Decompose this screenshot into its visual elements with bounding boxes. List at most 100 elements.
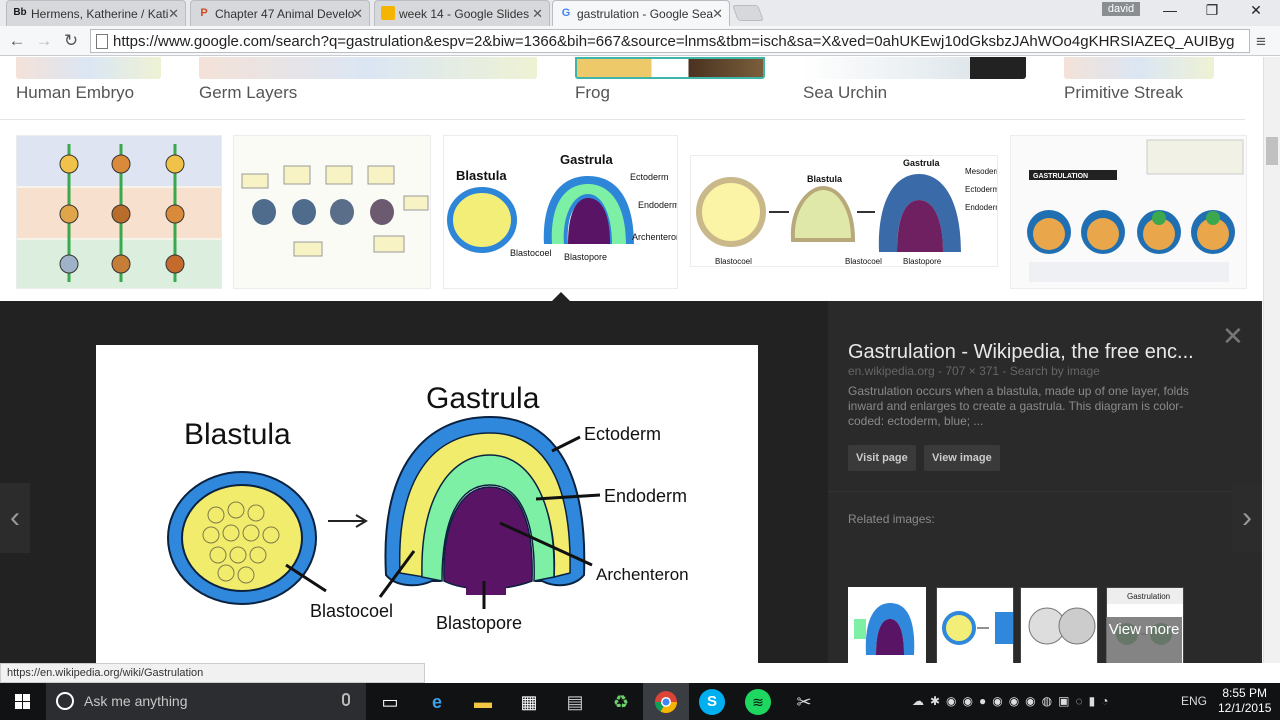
chrome-menu-button[interactable]: ≡ bbox=[1256, 32, 1266, 52]
cortana-icon bbox=[56, 692, 74, 710]
label-endoderm: Endoderm bbox=[965, 203, 998, 212]
label-archenteron: Archenteron bbox=[632, 232, 678, 242]
diagram-label-blastocoel: Blastocoel bbox=[310, 601, 393, 621]
tab-title: week 14 - Google Slides bbox=[399, 7, 530, 21]
language-indicator[interactable]: ENG bbox=[1181, 694, 1207, 708]
category-label: Germ Layers bbox=[199, 83, 298, 102]
tab-strip: Bb Hermens, Katherine / Kati ✕ P Chapter… bbox=[0, 0, 1280, 26]
related-image[interactable] bbox=[1020, 587, 1098, 663]
related-image[interactable] bbox=[848, 587, 926, 663]
diagram-label-blastopore: Blastopore bbox=[436, 613, 522, 633]
tab-close-icon[interactable]: ✕ bbox=[532, 6, 543, 22]
minimize-button[interactable]: — bbox=[1150, 2, 1190, 22]
related-caption: Gastrulation bbox=[1127, 592, 1170, 601]
category-label: Sea Urchin bbox=[803, 83, 888, 102]
microphone-icon[interactable] bbox=[342, 693, 350, 706]
category-label: Human Embryo bbox=[16, 83, 135, 102]
label-mesoderm: Mesoderm bbox=[965, 167, 998, 176]
result-thumbnail[interactable] bbox=[16, 135, 222, 289]
start-button[interactable] bbox=[0, 683, 44, 720]
forward-button[interactable]: → bbox=[33, 30, 55, 52]
category-sea-urchin[interactable]: Sea Urchin bbox=[803, 57, 1026, 119]
result-thumbnail[interactable]: GASTRULATION bbox=[1010, 135, 1247, 289]
maximize-button[interactable]: ❐ bbox=[1192, 2, 1232, 22]
tray-icons[interactable]: ☁✱◉◉●◉◉◉◍▣◌▮◔ bbox=[912, 694, 1114, 708]
blackboard-icon: Bb bbox=[13, 7, 27, 18]
skype-icon[interactable]: S bbox=[699, 689, 725, 715]
google-icon: G bbox=[561, 7, 571, 19]
tab-close-icon[interactable]: ✕ bbox=[168, 6, 179, 22]
app-icon[interactable]: ▤ bbox=[562, 689, 588, 715]
category-thumbnail bbox=[803, 57, 1026, 79]
label-blastopore: Blastopore bbox=[564, 252, 607, 262]
diagram-label-archenteron: Archenteron bbox=[596, 565, 689, 584]
file-explorer-icon[interactable]: ▬ bbox=[470, 689, 496, 715]
new-tab-button[interactable] bbox=[732, 5, 764, 21]
category-thumbnail bbox=[16, 57, 161, 79]
back-button[interactable]: ← bbox=[6, 30, 28, 52]
chrome-icon[interactable] bbox=[653, 689, 679, 715]
tab-close-icon[interactable]: ✕ bbox=[712, 6, 723, 22]
chrome-logo bbox=[655, 691, 677, 713]
store-icon[interactable]: ▦ bbox=[516, 689, 542, 715]
snipping-tool-icon[interactable]: ✂ bbox=[791, 689, 817, 715]
category-human-embryo[interactable]: Human Embryo bbox=[16, 57, 161, 119]
page-scrollbar[interactable] bbox=[1263, 57, 1280, 663]
tab-google-slides[interactable]: week 14 - Google Slides ✕ bbox=[374, 0, 550, 26]
close-window-button[interactable]: ✕ bbox=[1236, 2, 1276, 22]
close-preview-icon[interactable]: ✕ bbox=[1222, 321, 1244, 352]
divider bbox=[828, 491, 1262, 492]
category-thumbnail bbox=[575, 57, 765, 79]
visit-page-button[interactable]: Visit page bbox=[848, 445, 916, 471]
tab-hermens[interactable]: Bb Hermens, Katherine / Kati ✕ bbox=[6, 0, 186, 26]
cortana-search-box[interactable]: Ask me anything bbox=[46, 683, 366, 720]
scrollbar-thumb[interactable] bbox=[1266, 137, 1278, 165]
label-blastopore: Blastopore bbox=[903, 257, 942, 266]
gastrulation-stages-image: GASTRULATION bbox=[1011, 136, 1246, 288]
image-preview-panel: ‹ Blastula Gastrula Ectoderm Endoderm Ar… bbox=[0, 301, 1262, 663]
page-icon bbox=[96, 34, 108, 49]
tab-chapter-47[interactable]: P Chapter 47 Animal Develo ✕ bbox=[190, 0, 370, 26]
task-view-icon[interactable]: ▭ bbox=[377, 689, 403, 715]
tab-close-icon[interactable]: ✕ bbox=[352, 6, 363, 22]
related-images-label: Related images: bbox=[848, 512, 935, 526]
google-slides-icon bbox=[381, 6, 395, 20]
next-image-button[interactable]: › bbox=[1232, 483, 1262, 553]
clock-date: 12/1/2015 bbox=[1218, 701, 1272, 715]
system-clock[interactable]: 8:55 PM 12/1/2015 bbox=[1218, 686, 1271, 716]
view-image-button[interactable]: View image bbox=[924, 445, 1000, 471]
category-primitive-streak[interactable]: Primitive Streak bbox=[1064, 57, 1214, 119]
edge-icon[interactable]: e bbox=[424, 689, 450, 715]
status-bar-url: https://en.wikipedia.org/wiki/Gastrulati… bbox=[0, 663, 425, 683]
recycle-icon[interactable]: ♻ bbox=[608, 689, 634, 715]
category-thumbnail bbox=[199, 57, 537, 79]
category-frog[interactable]: Frog bbox=[575, 57, 765, 119]
gastrulation-sequence-image bbox=[241, 165, 429, 257]
blastula-to-gastrula-image: Blastula Gastrula Mesoderm Ectoderm Endo… bbox=[696, 158, 998, 266]
address-bar[interactable]: https://www.google.com/search?q=gastrula… bbox=[90, 29, 1250, 53]
spotify-icon[interactable]: ≋ bbox=[745, 689, 771, 715]
clock-time: 8:55 PM bbox=[1222, 686, 1268, 700]
reload-button[interactable]: ↻ bbox=[60, 30, 82, 52]
tab-google-search[interactable]: G gastrulation - Google Sea ✕ bbox=[552, 0, 730, 26]
blastula-gastrula-image: Blastula Gastrula Ectoderm Endoderm Arch… bbox=[447, 152, 678, 262]
category-germ-layers[interactable]: Germ Layers bbox=[199, 57, 537, 119]
preview-title[interactable]: Gastrulation - Wikipedia, the free enc..… bbox=[848, 341, 1194, 364]
result-thumbnail[interactable]: Blastula Gastrula Ectoderm Endoderm Arch… bbox=[443, 135, 678, 289]
preview-image[interactable]: Blastula Gastrula Ectoderm Endoderm Arch… bbox=[96, 345, 758, 663]
previous-image-button[interactable]: ‹ bbox=[0, 483, 30, 553]
related-searches-row: Human Embryo Germ Layers Frog Sea Urchin… bbox=[0, 57, 1262, 119]
diagram-label-blastula: Blastula bbox=[184, 418, 291, 451]
related-thumbnail bbox=[854, 603, 915, 655]
label-blastocoel: Blastocoel bbox=[845, 257, 882, 266]
label-blastocoel: Blastocoel bbox=[715, 257, 752, 266]
search-placeholder: Ask me anything bbox=[84, 693, 188, 709]
result-thumbnail[interactable] bbox=[233, 135, 431, 289]
windows-icon bbox=[15, 694, 30, 709]
profile-badge[interactable]: david bbox=[1102, 2, 1140, 16]
category-thumbnail bbox=[1064, 57, 1214, 79]
label-gastrula: Gastrula bbox=[560, 152, 614, 167]
related-image[interactable] bbox=[936, 587, 1014, 663]
view-more-button[interactable]: View more bbox=[1106, 617, 1182, 663]
result-thumbnail[interactable]: Blastula Gastrula Mesoderm Ectoderm Endo… bbox=[690, 155, 998, 267]
